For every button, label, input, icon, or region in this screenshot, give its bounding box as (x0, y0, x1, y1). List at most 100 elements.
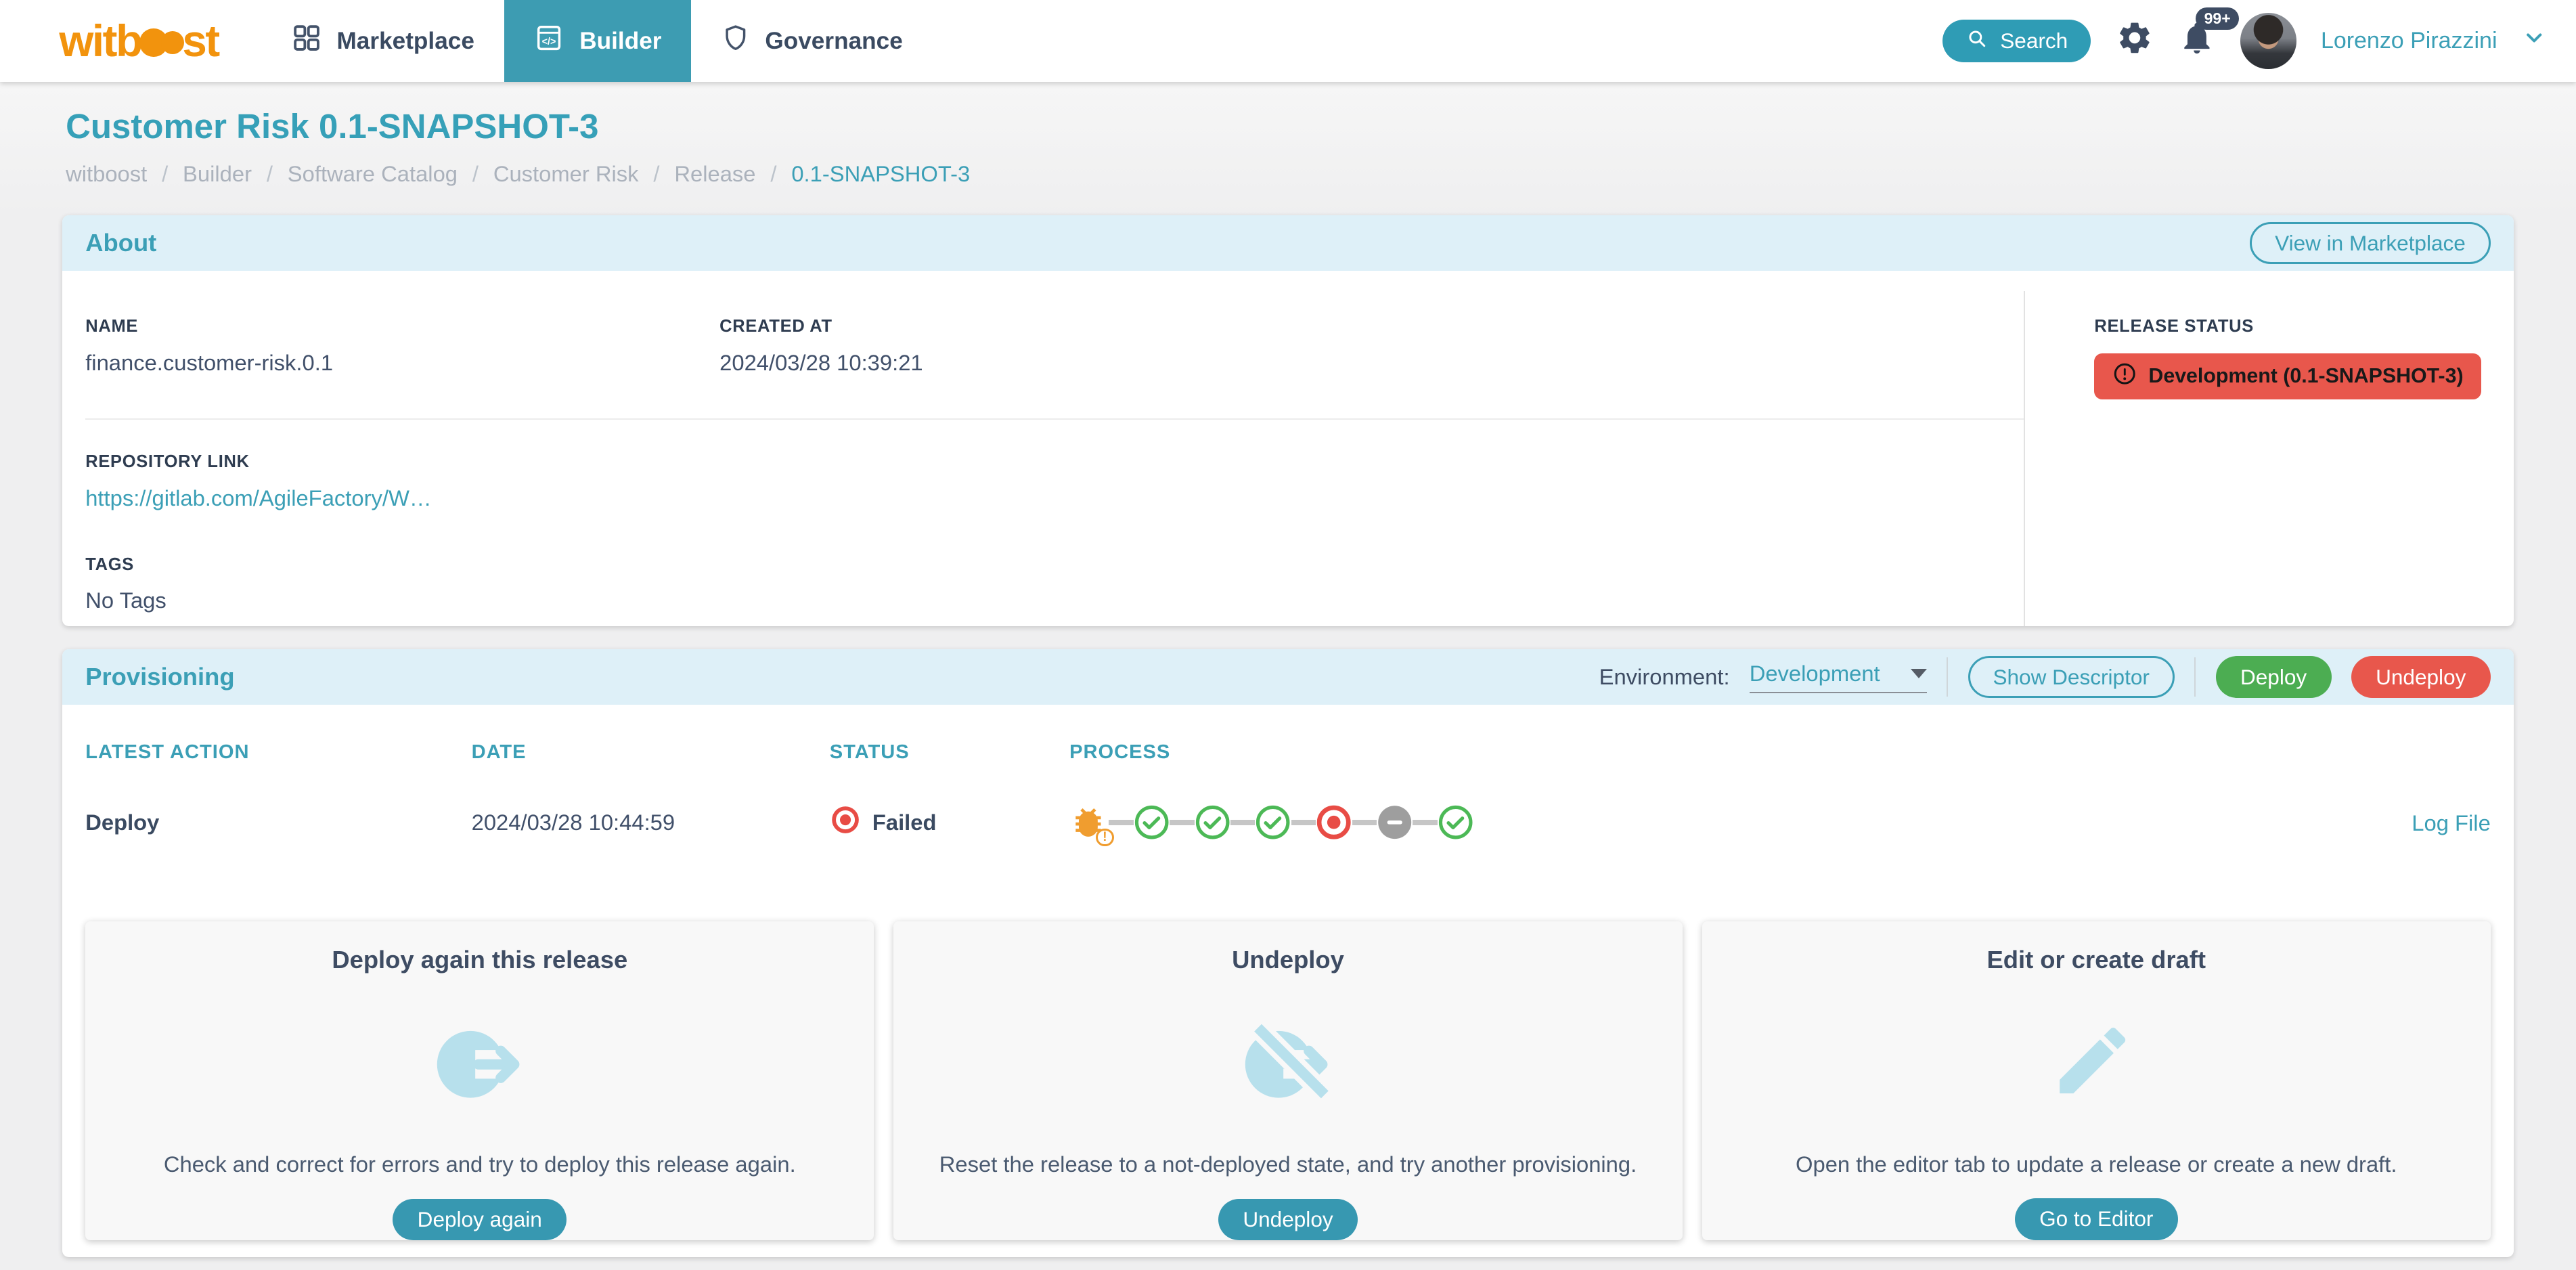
provisioning-table: LATEST ACTION DATE STATUS PROCESS Deploy… (62, 741, 2514, 856)
status-cell: Failed (830, 804, 1069, 841)
undeploy-card: Undeploy Reset the release to a not-depl… (893, 921, 1682, 1240)
code-window-icon: </> (533, 22, 564, 60)
divider (1947, 657, 1948, 697)
col-header-date: DATE (472, 741, 830, 764)
deploy-arrow-slash-icon (1237, 1013, 1339, 1115)
breadcrumb-separator: / (653, 161, 659, 187)
gear-icon (2116, 19, 2154, 64)
breadcrumb-item[interactable]: Customer Risk (493, 161, 639, 187)
tab-marketplace[interactable]: Marketplace (261, 0, 504, 82)
breadcrumb-separator: / (770, 161, 776, 187)
undeploy-button[interactable]: Undeploy (2351, 656, 2491, 697)
navbar-actions: Search 99+ Lorenzo Pirazzini (1942, 0, 2576, 82)
about-section: About View in Marketplace NAME finance.c… (62, 215, 2514, 626)
notifications-button[interactable]: 99+ (2178, 19, 2216, 64)
chevron-down-icon[interactable] (2522, 25, 2546, 56)
user-menu[interactable]: Lorenzo Pirazzini (2321, 28, 2497, 54)
failed-status-icon (830, 804, 861, 841)
provisioning-title: Provisioning (85, 663, 234, 691)
logo-text: witb (59, 16, 141, 66)
card-description: Open the editor tab to update a release … (1762, 1152, 2430, 1177)
view-in-marketplace-button[interactable]: View in Marketplace (2250, 222, 2491, 264)
search-icon (1966, 27, 1989, 56)
deploy-arrow-icon (429, 1013, 531, 1115)
page-header: Customer Risk 0.1-SNAPSHOT-3 witboost / Bu… (0, 82, 2576, 215)
settings-button[interactable] (2116, 19, 2154, 64)
col-header-process: PROCESS (1069, 741, 2376, 764)
name-field: NAME finance.customer-risk.0.1 (85, 317, 719, 375)
repository-link-label: REPOSITORY LINK (85, 452, 2024, 472)
about-header: About View in Marketplace (62, 215, 2514, 271)
process-steps: ! (1069, 804, 2376, 841)
table-row: Deploy 2024/03/28 10:44:59 Failed ! Log … (85, 789, 2491, 855)
action-cell: Deploy (85, 810, 471, 835)
tags-field: TAGS No Tags (85, 512, 2024, 614)
process-connector (1352, 820, 1377, 825)
show-descriptor-button[interactable]: Show Descriptor (1968, 656, 2175, 698)
tab-label: Builder (579, 28, 661, 55)
bug-warning-icon: ! (1069, 804, 1107, 841)
tab-governance[interactable]: Governance (691, 0, 932, 82)
page-title: Customer Risk 0.1-SNAPSHOT-3 (66, 104, 2510, 150)
process-connector (1170, 820, 1194, 825)
process-connector (1291, 820, 1316, 825)
environment-select[interactable]: Development (1750, 661, 1927, 693)
witboost-logo[interactable]: witbst (0, 0, 261, 82)
name-value: finance.customer-risk.0.1 (85, 350, 719, 376)
status-text: Failed (872, 810, 937, 835)
provisioning-header: Provisioning Environment: Development Sh… (62, 649, 2514, 705)
card-title: Deploy again this release (332, 946, 627, 974)
release-status-text: Development (0.1-SNAPSHOT-3) (2148, 365, 2463, 388)
name-label: NAME (85, 317, 719, 336)
skipped-step-icon (1377, 804, 1413, 840)
tags-label: TAGS (85, 555, 2024, 575)
created-at-label: CREATED AT (719, 317, 2024, 336)
check-circle-icon (1134, 804, 1170, 840)
release-status-column: RELEASE STATUS Development (0.1-SNAPSHOT… (2024, 291, 2490, 626)
failed-step-icon (1316, 804, 1352, 840)
search-button[interactable]: Search (1942, 20, 2091, 62)
divider (2194, 657, 2196, 697)
notification-badge: 99+ (2196, 7, 2238, 30)
breadcrumb: witboost / Builder / Software Catalog / Custom… (66, 161, 2510, 187)
deploy-again-card: Deploy again this release Check and corr… (85, 921, 874, 1240)
card-title: Edit or create draft (1986, 946, 2206, 974)
tab-label: Marketplace (337, 28, 474, 55)
deploy-button[interactable]: Deploy (2216, 656, 2332, 697)
breadcrumb-item[interactable]: Release (674, 161, 755, 187)
check-circle-icon (1195, 804, 1230, 840)
breadcrumb-item: 0.1-SNAPSHOT-3 (791, 161, 970, 187)
error-circle-icon (2112, 362, 2137, 391)
breadcrumb-item[interactable]: Software Catalog (288, 161, 458, 187)
edit-draft-card: Edit or create draft Open the editor tab… (1702, 921, 2491, 1240)
tab-label: Governance (765, 28, 902, 55)
card-title: Undeploy (1232, 946, 1344, 974)
process-connector (1230, 820, 1255, 825)
action-cards: Deploy again this release Check and corr… (85, 921, 2491, 1240)
pencil-icon (2049, 1013, 2144, 1115)
breadcrumb-item[interactable]: Builder (183, 161, 252, 187)
tab-builder[interactable]: </> Builder (504, 0, 692, 82)
repository-link-field: REPOSITORY LINK https://gitlab.com/Agile… (85, 420, 2024, 512)
about-body: NAME finance.customer-risk.0.1 CREATED A… (62, 271, 2514, 626)
undeploy-card-button[interactable]: Undeploy (1218, 1199, 1358, 1240)
created-at-value: 2024/03/28 10:39:21 (719, 350, 2024, 376)
log-file-link[interactable]: Log File (2412, 810, 2491, 835)
environment-value: Development (1750, 661, 1880, 686)
breadcrumb-separator: / (267, 161, 273, 187)
navbar: witbst Marketplace </> Builder Governanc… (0, 0, 2576, 82)
repository-link[interactable]: https://gitlab.com/AgileFactory/W… (85, 485, 431, 511)
breadcrumb-item[interactable]: witboost (66, 161, 147, 187)
grid-icon (291, 22, 322, 60)
card-description: Reset the release to a not-deployed stat… (906, 1152, 1670, 1177)
avatar[interactable] (2240, 13, 2296, 69)
check-circle-icon (1438, 804, 1473, 840)
breadcrumb-separator: / (162, 161, 168, 187)
about-title: About (85, 229, 156, 257)
deploy-again-button[interactable]: Deploy again (393, 1199, 567, 1240)
col-header-latest-action: LATEST ACTION (85, 741, 471, 764)
main-nav: Marketplace </> Builder Governance (261, 0, 933, 82)
date-cell: 2024/03/28 10:44:59 (472, 810, 830, 835)
release-status-badge: Development (0.1-SNAPSHOT-3) (2094, 353, 2481, 400)
go-to-editor-button[interactable]: Go to Editor (2015, 1198, 2178, 1240)
